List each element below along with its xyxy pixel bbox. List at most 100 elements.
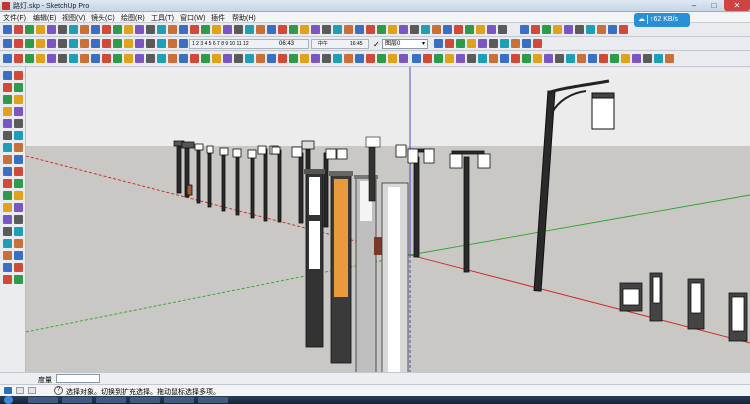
row3b-tool-icon-11[interactable] — [533, 54, 542, 63]
row3-tool-icon-17[interactable] — [190, 54, 199, 63]
row3b-tool-icon-15[interactable] — [577, 54, 586, 63]
layer-check-icon[interactable]: ✓ — [373, 40, 380, 49]
palette-tool-icon-8-1[interactable] — [14, 167, 23, 176]
palette-tool-icon-11-1[interactable] — [14, 203, 23, 212]
palette-tool-icon-9-1[interactable] — [14, 179, 23, 188]
menu-plugins[interactable]: 插件 — [211, 13, 225, 23]
row2-tool-icon-0[interactable] — [3, 39, 12, 48]
row3-tool-icon-10[interactable] — [113, 54, 122, 63]
row1-tool-icon-8[interactable] — [91, 25, 100, 34]
row1-tool-icon-44[interactable] — [487, 25, 496, 34]
palette-tool-icon-6-1[interactable] — [14, 143, 23, 152]
row2b-tool-icon-5[interactable] — [489, 39, 498, 48]
shadow-time-slider[interactable]: 中午 16:45 — [311, 39, 369, 49]
drawing-viewport[interactable] — [26, 67, 750, 372]
row3b-tool-icon-10[interactable] — [522, 54, 531, 63]
row3b-tool-icon-19[interactable] — [621, 54, 630, 63]
row3-tool-icon-5[interactable] — [58, 54, 67, 63]
start-button[interactable] — [4, 396, 13, 404]
row3-tool-icon-25[interactable] — [278, 54, 287, 63]
row1-tool-icon-39[interactable] — [432, 25, 441, 34]
row3-tool-icon-20[interactable] — [223, 54, 232, 63]
row1-tool-icon-4[interactable] — [47, 25, 56, 34]
row1-tool-icon-34[interactable] — [377, 25, 386, 34]
row3-tool-icon-35[interactable] — [388, 54, 397, 63]
row3-tool-icon-6[interactable] — [69, 54, 78, 63]
taskbar-item-1[interactable] — [28, 397, 58, 403]
row2-tool-icon-12[interactable] — [135, 39, 144, 48]
row1b-tool-icon-4[interactable] — [564, 25, 573, 34]
row1b-tool-icon-6[interactable] — [586, 25, 595, 34]
row3-tool-icon-30[interactable] — [333, 54, 342, 63]
row3-tool-icon-4[interactable] — [47, 54, 56, 63]
palette-tool-icon-0-1[interactable] — [14, 71, 23, 80]
maximize-button[interactable]: □ — [704, 0, 724, 11]
palette-tool-icon-7-0[interactable] — [3, 155, 12, 164]
row3-tool-icon-11[interactable] — [124, 54, 133, 63]
row1-tool-icon-17[interactable] — [190, 25, 199, 34]
row3-tool-icon-7[interactable] — [80, 54, 89, 63]
row1-tool-icon-35[interactable] — [388, 25, 397, 34]
palette-tool-icon-15-0[interactable] — [3, 251, 12, 260]
row1-tool-icon-5[interactable] — [58, 25, 67, 34]
row2b-tool-icon-9[interactable] — [533, 39, 542, 48]
palette-tool-icon-13-1[interactable] — [14, 227, 23, 236]
row3-tool-icon-12[interactable] — [135, 54, 144, 63]
row1-tool-icon-16[interactable] — [179, 25, 188, 34]
palette-tool-icon-17-1[interactable] — [14, 275, 23, 284]
palette-tool-icon-2-1[interactable] — [14, 95, 23, 104]
row2b-tool-icon-2[interactable] — [456, 39, 465, 48]
palette-tool-icon-2-0[interactable] — [3, 95, 12, 104]
row1-tool-icon-45[interactable] — [498, 25, 507, 34]
row3-tool-icon-18[interactable] — [201, 54, 210, 63]
row3b-tool-icon-14[interactable] — [566, 54, 575, 63]
row1-tool-icon-38[interactable] — [421, 25, 430, 34]
palette-tool-icon-5-1[interactable] — [14, 131, 23, 140]
row3-tool-icon-16[interactable] — [179, 54, 188, 63]
palette-tool-icon-15-1[interactable] — [14, 251, 23, 260]
row2-tool-icon-4[interactable] — [47, 39, 56, 48]
row1-tool-icon-7[interactable] — [80, 25, 89, 34]
palette-tool-icon-6-0[interactable] — [3, 143, 12, 152]
row1-tool-icon-22[interactable] — [245, 25, 254, 34]
close-button[interactable]: ✕ — [724, 0, 750, 11]
row1b-tool-icon-3[interactable] — [553, 25, 562, 34]
row3-tool-icon-3[interactable] — [36, 54, 45, 63]
row1-tool-icon-21[interactable] — [234, 25, 243, 34]
row1-tool-icon-28[interactable] — [311, 25, 320, 34]
row3b-tool-icon-21[interactable] — [643, 54, 652, 63]
row3b-tool-icon-20[interactable] — [632, 54, 641, 63]
menu-camera[interactable]: 镜头(C) — [91, 13, 115, 23]
row1b-tool-icon-1[interactable] — [531, 25, 540, 34]
row3-tool-icon-23[interactable] — [256, 54, 265, 63]
row2-tool-icon-8[interactable] — [91, 39, 100, 48]
row3-tool-icon-32[interactable] — [355, 54, 364, 63]
row1-tool-icon-43[interactable] — [476, 25, 485, 34]
layer-select[interactable]: 图层0 ▾ — [382, 39, 428, 49]
taskbar-item-3[interactable] — [96, 397, 126, 403]
row1-tool-icon-0[interactable] — [3, 25, 12, 34]
row2-tool-icon-10[interactable] — [113, 39, 122, 48]
row2b-tool-icon-1[interactable] — [445, 39, 454, 48]
row3-tool-icon-0[interactable] — [3, 54, 12, 63]
row2b-tool-icon-6[interactable] — [500, 39, 509, 48]
row3b-tool-icon-8[interactable] — [500, 54, 509, 63]
row1-tool-icon-3[interactable] — [36, 25, 45, 34]
row2-tool-icon-1[interactable] — [14, 39, 23, 48]
palette-tool-icon-17-0[interactable] — [3, 275, 12, 284]
row1-tool-icon-2[interactable] — [25, 25, 34, 34]
row1b-tool-icon-7[interactable] — [597, 25, 606, 34]
row2-tool-icon-3[interactable] — [36, 39, 45, 48]
row1-tool-icon-33[interactable] — [366, 25, 375, 34]
row3-tool-icon-19[interactable] — [212, 54, 221, 63]
row1b-tool-icon-9[interactable] — [619, 25, 628, 34]
row1-tool-icon-1[interactable] — [14, 25, 23, 34]
palette-tool-icon-9-0[interactable] — [3, 179, 12, 188]
row1-tool-icon-29[interactable] — [322, 25, 331, 34]
row3-tool-icon-2[interactable] — [25, 54, 34, 63]
palette-tool-icon-0-0[interactable] — [3, 71, 12, 80]
row1-tool-icon-36[interactable] — [399, 25, 408, 34]
taskbar-item-5[interactable] — [164, 397, 194, 403]
row3-tool-icon-28[interactable] — [311, 54, 320, 63]
row1-tool-icon-14[interactable] — [157, 25, 166, 34]
